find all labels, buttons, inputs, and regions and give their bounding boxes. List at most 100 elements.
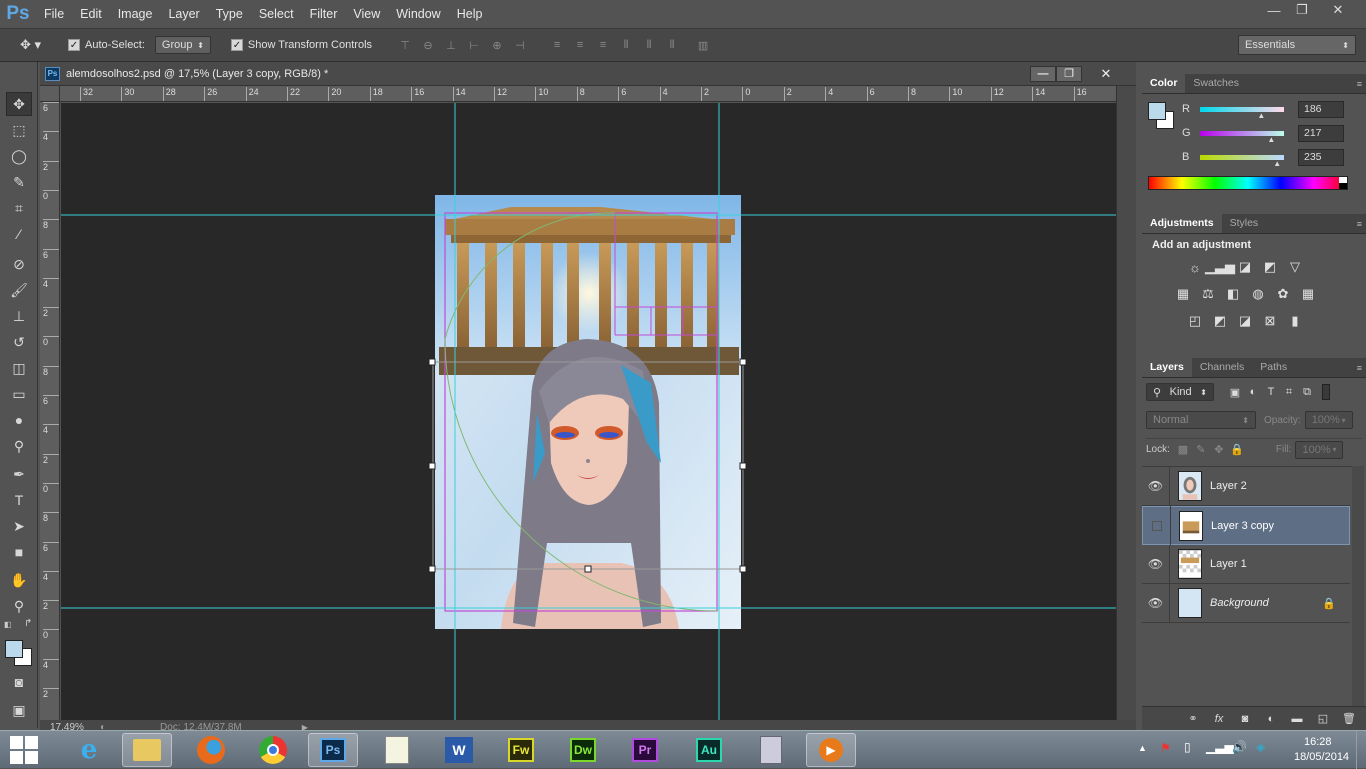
layer-name[interactable]: Background	[1210, 597, 1269, 609]
align-right-icon[interactable]: ⊣	[511, 37, 529, 53]
layer-filter-kind[interactable]: ⚲ Kind ⬍	[1146, 383, 1214, 401]
media-player-icon[interactable]: ▶	[806, 733, 856, 767]
hue-sat-icon[interactable]: ▦	[1172, 283, 1194, 305]
layer-row-layer-1[interactable]: 👁 Layer 1	[1142, 544, 1350, 584]
default-colors-icon[interactable]: ◧	[4, 620, 12, 629]
filter-type-icon[interactable]: T	[1262, 384, 1280, 400]
blend-mode-dropdown[interactable]: Normal ⬍	[1146, 411, 1256, 429]
layer-name[interactable]: Layer 3 copy	[1211, 520, 1274, 532]
fireworks-icon[interactable]: Fw	[496, 733, 546, 767]
visibility-eye-icon[interactable]: 👁	[1142, 583, 1170, 623]
screen-mode-icon[interactable]: ▣	[6, 698, 32, 722]
tab-styles[interactable]: Styles	[1222, 214, 1267, 233]
color-lookup-icon[interactable]: ▦	[1297, 283, 1319, 305]
transform-handle[interactable]	[739, 358, 747, 366]
tab-swatches[interactable]: Swatches	[1185, 74, 1247, 93]
photo-filter-icon[interactable]: ◍	[1247, 283, 1269, 305]
panel-menu-icon[interactable]: ≡	[1357, 79, 1362, 89]
menu-select[interactable]: Select	[251, 0, 302, 28]
vibrance-icon[interactable]: ▽	[1284, 256, 1306, 278]
lock-transparent-icon[interactable]: ▩	[1174, 442, 1192, 458]
g-value-input[interactable]: 217	[1298, 124, 1344, 142]
distribute-vcenter-icon[interactable]: ≡	[571, 37, 589, 53]
calculator-icon[interactable]	[746, 733, 796, 767]
network-icon[interactable]: ▁▃▅	[1206, 740, 1234, 754]
align-vcenter-icon[interactable]: ⊖	[419, 37, 437, 53]
layer-row-layer-2[interactable]: 👁 Layer 2	[1142, 466, 1350, 506]
selective-color-icon[interactable]: ⊠	[1259, 310, 1281, 332]
horizontal-ruler[interactable]: 32 30 28 26 24 22 20 18 16 14 12 10 8 6 4 2 0 2 4 6 8 10 12 14 1…	[60, 86, 1116, 102]
tray-app-icon[interactable]: ◈	[1256, 740, 1265, 754]
distribute-left-icon[interactable]: ⫴	[617, 37, 635, 53]
tray-expand-icon[interactable]: ▲	[1138, 743, 1147, 753]
vertical-scrollbar[interactable]	[1116, 86, 1136, 720]
menu-view[interactable]: View	[345, 0, 388, 28]
trash-icon[interactable]: 🗑	[1340, 711, 1358, 727]
r-slider-thumb[interactable]: ▲	[1257, 111, 1265, 120]
lock-position-icon[interactable]: ✥	[1210, 442, 1228, 458]
panel-menu-icon[interactable]: ≡	[1357, 363, 1362, 373]
history-brush-tool-icon[interactable]: ↺	[6, 330, 32, 354]
tray-device-icon[interactable]: ▯	[1184, 740, 1191, 754]
tab-channels[interactable]: Channels	[1192, 358, 1252, 377]
app-close-button[interactable]: ✕	[1320, 0, 1356, 20]
brightness-icon[interactable]: ☼	[1184, 256, 1206, 278]
color-spectrum-ramp[interactable]	[1148, 176, 1348, 190]
firefox-icon[interactable]	[186, 733, 236, 767]
menu-type[interactable]: Type	[208, 0, 251, 28]
move-tool-preset-icon[interactable]: ✥ ▾	[20, 37, 56, 53]
lasso-tool-icon[interactable]: ◯	[6, 144, 32, 168]
visibility-empty-box[interactable]	[1143, 506, 1171, 545]
layer-name[interactable]: Layer 1	[1210, 558, 1247, 570]
audition-icon[interactable]: Au	[684, 733, 734, 767]
eraser-tool-icon[interactable]: ◫	[6, 356, 32, 380]
layer-row-background[interactable]: 👁 Background 🔒	[1142, 583, 1350, 623]
document-canvas[interactable]	[61, 103, 1116, 720]
tab-paths[interactable]: Paths	[1252, 358, 1295, 377]
opacity-input[interactable]: 100% ▾	[1304, 411, 1353, 429]
canvas-area[interactable]	[61, 103, 1116, 720]
type-tool-icon[interactable]: T	[6, 488, 32, 512]
transform-handle[interactable]	[739, 565, 747, 573]
app-restore-button[interactable]: ❐	[1284, 0, 1320, 20]
exposure-icon[interactable]: ◩	[1259, 256, 1281, 278]
document-title[interactable]: alemdosolhos2.psd @ 17,5% (Layer 3 copy,…	[66, 68, 328, 80]
layer-name[interactable]: Layer 2	[1210, 480, 1247, 492]
visibility-eye-icon[interactable]: 👁	[1142, 544, 1170, 584]
ie-icon[interactable]: e	[64, 733, 114, 767]
doc-minimize-button[interactable]: —	[1030, 65, 1056, 82]
b-slider[interactable]: ▲	[1200, 154, 1284, 168]
menu-window[interactable]: Window	[388, 0, 448, 28]
quick-mask-icon[interactable]: ◙	[6, 670, 32, 694]
quick-select-tool-icon[interactable]: ✎	[6, 170, 32, 194]
menu-edit[interactable]: Edit	[72, 0, 110, 28]
photoshop-icon[interactable]: Ps	[308, 733, 358, 767]
auto-align-icon[interactable]: ▥	[694, 37, 712, 53]
new-adjustment-icon[interactable]: ◐	[1262, 711, 1280, 727]
curves-icon[interactable]: ◪	[1234, 256, 1256, 278]
clock-date[interactable]: 18/05/2014	[1294, 751, 1349, 763]
distribute-bottom-icon[interactable]: ≡	[594, 37, 612, 53]
posterize-icon[interactable]: ◩	[1209, 310, 1231, 332]
crop-tool-icon[interactable]: ⌗	[6, 196, 32, 220]
tab-color[interactable]: Color	[1142, 74, 1186, 93]
pen-tool-icon[interactable]: ✒	[6, 462, 32, 486]
spectrum-white-black[interactable]	[1339, 177, 1347, 189]
distribute-top-icon[interactable]: ≡	[548, 37, 566, 53]
foreground-color-swatch[interactable]	[5, 640, 23, 658]
workspace-dropdown[interactable]: Essentials ⬍	[1238, 35, 1356, 55]
clone-stamp-tool-icon[interactable]: ⊥	[6, 304, 32, 328]
g-slider-thumb[interactable]: ▲	[1267, 135, 1275, 144]
chrome-icon[interactable]	[248, 733, 298, 767]
dodge-tool-icon[interactable]: ⚲	[6, 434, 32, 458]
menu-image[interactable]: Image	[110, 0, 161, 28]
explorer-icon[interactable]	[122, 733, 172, 767]
r-value-input[interactable]: 186	[1298, 100, 1344, 118]
filter-adjustment-icon[interactable]: ◐	[1244, 384, 1262, 400]
path-select-tool-icon[interactable]: ➤	[6, 514, 32, 538]
black-white-icon[interactable]: ◧	[1222, 283, 1244, 305]
b-value-input[interactable]: 235	[1298, 148, 1344, 166]
transform-handle[interactable]	[428, 565, 436, 573]
filter-pixel-icon[interactable]: ▣	[1226, 384, 1244, 400]
channel-mixer-icon[interactable]: ✿	[1272, 283, 1294, 305]
